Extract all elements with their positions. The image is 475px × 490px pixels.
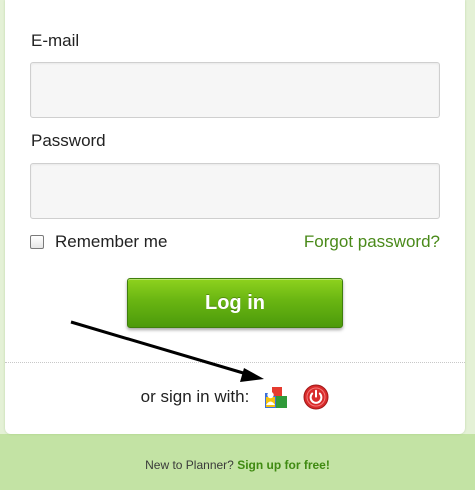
login-card: E-mail Password Remember me Forgot passw… (5, 0, 465, 434)
email-field[interactable] (30, 62, 440, 118)
social-signin-row: or sign in with: (5, 382, 465, 412)
power-icon[interactable] (303, 384, 329, 410)
social-signin-label: or sign in with: (140, 387, 250, 406)
signup-footer: New to Planner? Sign up for free! (0, 458, 475, 472)
login-button[interactable]: Log in (127, 278, 343, 328)
google-icon[interactable] (263, 384, 289, 410)
remember-me-row: Remember me (30, 232, 167, 252)
remember-me-label[interactable]: Remember me (55, 232, 167, 252)
password-field[interactable] (30, 163, 440, 219)
email-label: E-mail (31, 31, 80, 50)
forgot-password-link[interactable]: Forgot password? (304, 232, 440, 252)
divider (5, 362, 465, 363)
signup-link[interactable]: Sign up for free! (237, 458, 330, 472)
password-label: Password (31, 131, 106, 150)
remember-me-checkbox[interactable] (30, 235, 44, 249)
footer-text: New to Planner? (145, 458, 238, 472)
